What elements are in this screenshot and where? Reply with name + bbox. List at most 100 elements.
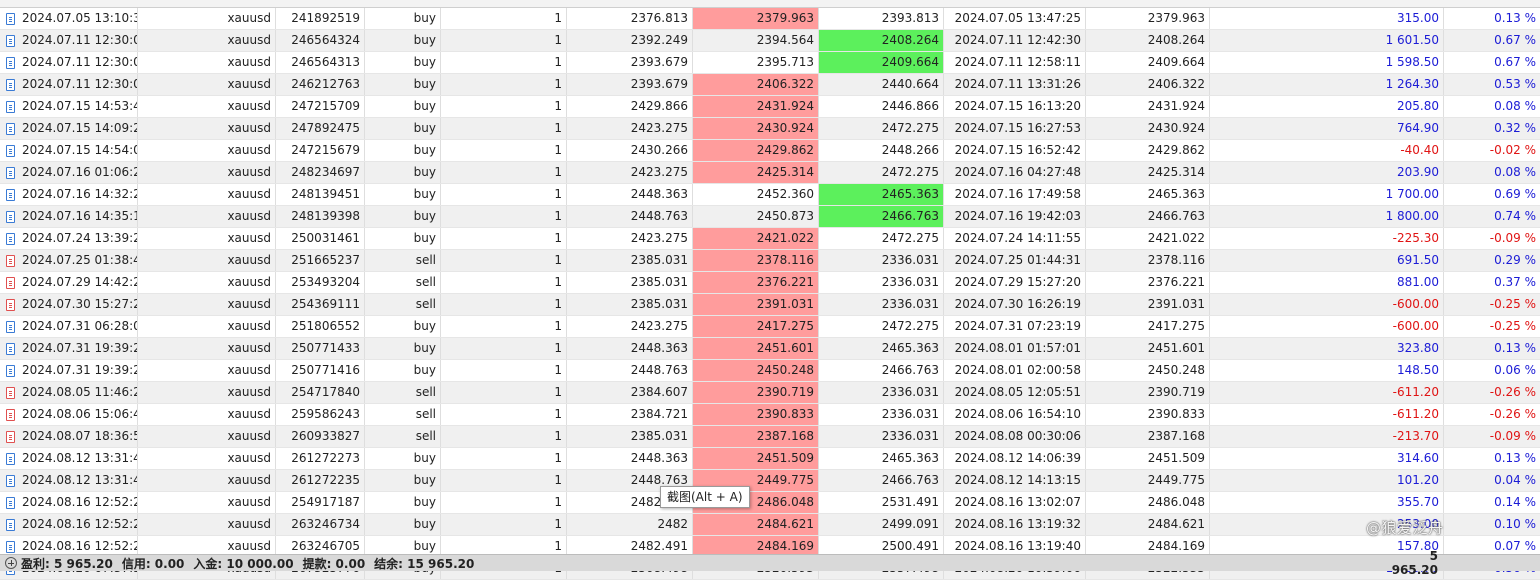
symbol-cell: xauusd: [138, 492, 276, 513]
ticket-cell: 246564324: [276, 30, 365, 51]
volume-cell: 1: [441, 338, 567, 359]
volume-cell: 1: [441, 250, 567, 271]
table-row[interactable]: 2024.07.15 14:53:49 xauusd 247215709 buy 1 24…: [0, 96, 1540, 118]
table-row[interactable]: 2024.08.16 12:52:21 xauusd 254917187 buy 1 24…: [0, 492, 1540, 514]
ticket-cell: 247215709: [276, 96, 365, 117]
row-icon-cell: [0, 96, 20, 117]
symbol-cell: xauusd: [138, 514, 276, 535]
table-row[interactable]: 2024.08.12 13:31:44 xauusd 261272235 buy 1 24…: [0, 470, 1540, 492]
side-cell: buy: [365, 8, 441, 29]
summary-credit: 信用: 0.00: [121, 556, 185, 571]
stop-loss-cell: 2378.116: [693, 250, 819, 271]
profit-percent-cell: 0.69 %: [1494, 187, 1536, 201]
row-icon-cell: [0, 448, 20, 469]
table-row[interactable]: 2024.07.25 01:38:43 xauusd 251665237 sell 1 2…: [0, 250, 1540, 272]
stop-loss-cell: 2431.924: [693, 96, 819, 117]
volume-cell: 1: [441, 316, 567, 337]
table-row[interactable]: 2024.07.05 13:10:36 xauusd 241892519 buy 1 23…: [0, 8, 1540, 30]
buy-order-icon: [5, 210, 15, 223]
table-row[interactable]: 2024.07.16 01:06:22 xauusd 248234697 buy 1 24…: [0, 162, 1540, 184]
table-row[interactable]: 2024.07.11 12:30:06 xauusd 246564324 buy 1 23…: [0, 30, 1540, 52]
profit-cell: -225.30: [1210, 228, 1444, 249]
expand-plus-icon[interactable]: [5, 557, 17, 569]
close-time-cell: 2024.07.15 16:13:20: [944, 96, 1086, 117]
table-row[interactable]: 2024.07.31 19:39:26 xauusd 250771416 buy 1 24…: [0, 360, 1540, 382]
table-row[interactable]: 2024.07.11 12:30:08 xauusd 246564313 buy 1 23…: [0, 52, 1540, 74]
symbol-cell: xauusd: [138, 360, 276, 381]
close-price-cell: 2484.621: [1086, 514, 1210, 535]
buy-order-icon: [5, 342, 15, 355]
open-price-cell: 2385.031: [567, 272, 693, 293]
symbol-cell: xauusd: [138, 404, 276, 425]
row-icon-cell: [0, 162, 20, 183]
close-price-cell: 2376.221: [1086, 272, 1210, 293]
ticket-cell: 246212763: [276, 74, 365, 95]
open-price-cell: 2482: [567, 514, 693, 535]
ticket-cell: 248139398: [276, 206, 365, 227]
watermark-text: @狼爱泛舟: [1366, 519, 1444, 537]
open-time-cell: 2024.07.31 19:39:24: [20, 338, 138, 359]
sell-order-icon: [5, 276, 15, 289]
table-row[interactable]: 2024.07.15 14:54:04 xauusd 247215679 buy 1 24…: [0, 140, 1540, 162]
close-time-cell: 2024.07.16 04:27:48: [944, 162, 1086, 183]
profit-cell: 148.50: [1210, 360, 1444, 381]
table-row[interactable]: 2024.07.15 14:09:26 xauusd 247892475 buy 1 24…: [0, 118, 1540, 140]
take-profit-cell: 2408.264: [819, 30, 944, 51]
table-row[interactable]: 2024.07.11 12:30:08 xauusd 246212763 buy 1 23…: [0, 74, 1540, 96]
close-time-cell: 2024.08.01 01:57:01: [944, 338, 1086, 359]
table-row[interactable]: 2024.07.30 15:27:29 xauusd 254369111 sell 1 2…: [0, 294, 1540, 316]
buy-order-icon: [5, 474, 15, 487]
take-profit-cell: 2336.031: [819, 426, 944, 447]
open-price-cell: 2384.721: [567, 404, 693, 425]
open-price-cell: 2423.275: [567, 118, 693, 139]
open-time-cell: 2024.07.15 14:53:49: [20, 96, 138, 117]
symbol-cell: xauusd: [138, 338, 276, 359]
profit-percent-cell: -0.09 %: [1489, 231, 1536, 245]
column-header-strip[interactable]: [0, 0, 1540, 8]
summary-total-profit: 5 965.20: [1391, 549, 1438, 577]
close-time-cell: 2024.08.08 00:30:06: [944, 426, 1086, 447]
side-cell: sell: [365, 272, 441, 293]
close-time-cell: 2024.07.11 12:58:11: [944, 52, 1086, 73]
profit-percent-cell: 0.53 %: [1494, 77, 1536, 91]
open-time-cell: 2024.07.11 12:30:08: [20, 74, 138, 95]
side-cell: buy: [365, 228, 441, 249]
open-time-cell: 2024.08.06 15:06:42: [20, 404, 138, 425]
close-price-cell: 2379.963: [1086, 8, 1210, 29]
table-row[interactable]: 2024.07.31 19:39:24 xauusd 250771433 buy 1 24…: [0, 338, 1540, 360]
symbol-cell: xauusd: [138, 316, 276, 337]
open-price-cell: 2393.679: [567, 52, 693, 73]
open-price-cell: 2385.031: [567, 294, 693, 315]
open-price-cell: 2393.679: [567, 74, 693, 95]
table-row[interactable]: 2024.07.31 06:28:01 xauusd 251806552 buy 1 24…: [0, 316, 1540, 338]
row-icon-cell: [0, 118, 20, 139]
profit-percent-cell: 0.67 %: [1494, 33, 1536, 47]
volume-cell: 1: [441, 382, 567, 403]
ticket-cell: 261272235: [276, 470, 365, 491]
profit-percent-cell: 0.67 %: [1494, 55, 1536, 69]
open-price-cell: 2423.275: [567, 316, 693, 337]
table-row[interactable]: 2024.07.29 14:42:21 xauusd 253493204 sell 1 2…: [0, 272, 1540, 294]
table-row[interactable]: 2024.07.16 14:32:28 xauusd 248139451 buy 1 24…: [0, 184, 1540, 206]
close-price-cell: 2451.509: [1086, 448, 1210, 469]
table-row[interactable]: 2024.08.06 15:06:42 xauusd 259586243 sell 1 2…: [0, 404, 1540, 426]
side-cell: buy: [365, 118, 441, 139]
table-row[interactable]: 2024.08.12 13:31:41 xauusd 261272273 buy 1 24…: [0, 448, 1540, 470]
open-price-cell: 2392.249: [567, 30, 693, 51]
summary-deposit: 入金: 10 000.00: [193, 556, 294, 571]
take-profit-cell: 2393.813: [819, 8, 944, 29]
symbol-cell: xauusd: [138, 228, 276, 249]
volume-cell: 1: [441, 162, 567, 183]
take-profit-cell: 2465.363: [819, 448, 944, 469]
table-row[interactable]: 2024.08.05 11:46:23 xauusd 254717840 sell 1 2…: [0, 382, 1540, 404]
buy-order-icon: [5, 166, 15, 179]
table-row[interactable]: 2024.08.16 12:52:21 xauusd 263246734 buy 1 24…: [0, 514, 1540, 536]
row-icon-cell: [0, 52, 20, 73]
row-icon-cell: [0, 8, 20, 29]
table-row[interactable]: 2024.08.07 18:36:54 xauusd 260933827 sell 1 2…: [0, 426, 1540, 448]
volume-cell: 1: [441, 140, 567, 161]
profit-cell: 1 800.00: [1210, 206, 1444, 227]
profit-percent-cell: 0.08 %: [1494, 99, 1536, 113]
table-row[interactable]: 2024.07.16 14:35:17 xauusd 248139398 buy 1 24…: [0, 206, 1540, 228]
table-row[interactable]: 2024.07.24 13:39:21 xauusd 250031461 buy 1 24…: [0, 228, 1540, 250]
